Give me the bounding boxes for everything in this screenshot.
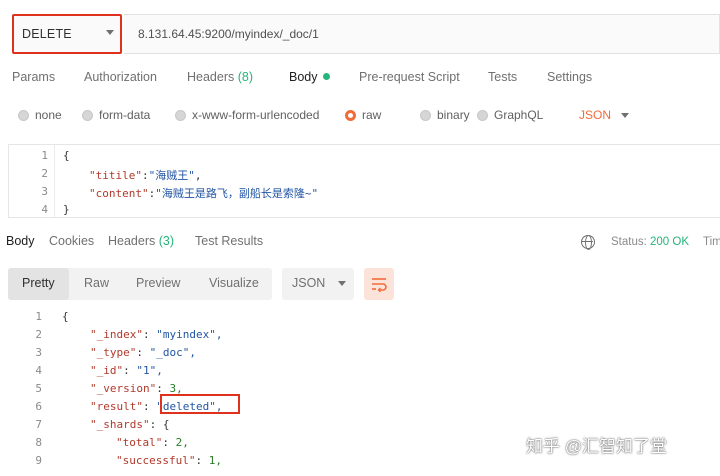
globe-icon[interactable] <box>581 235 595 250</box>
url-text: 8.131.64.45:9200/myindex/_doc/1 <box>138 27 319 41</box>
body-type-selector: none form-data x-www-form-urlencoded raw… <box>18 106 720 124</box>
response-status: Status: 200 OK <box>611 236 690 248</box>
line-number: 3 <box>35 346 42 359</box>
code-line: "_id": "1", <box>90 364 163 377</box>
response-tab-test-results[interactable]: Test Results <box>195 234 263 248</box>
tab-settings[interactable]: Settings <box>547 70 592 84</box>
tab-pre-request-script[interactable]: Pre-request Script <box>359 70 460 84</box>
code-line: } <box>63 203 70 216</box>
code-line: "total": 2, <box>116 436 189 449</box>
response-tabs: Body Cookies Headers (3) Test Results St… <box>6 234 720 252</box>
view-raw-button[interactable]: Raw <box>84 276 109 290</box>
code-line: "successful": 1, <box>116 454 222 467</box>
line-number: 3 <box>41 185 48 198</box>
radio-icon <box>420 109 431 121</box>
result-highlight-box <box>160 394 240 414</box>
radio-icon <box>175 109 186 121</box>
view-pretty-button[interactable]: Pretty <box>8 268 69 300</box>
response-format-label: JSON <box>292 276 326 290</box>
radio-icon <box>82 109 93 121</box>
body-active-dot-icon <box>322 73 330 80</box>
line-number: 6 <box>35 400 42 413</box>
line-number: 1 <box>41 149 48 162</box>
line-number: 7 <box>35 418 42 431</box>
line-number: 4 <box>35 364 42 377</box>
method-select[interactable]: DELETE <box>12 14 122 54</box>
radio-icon <box>18 109 29 121</box>
line-number: 9 <box>35 454 42 467</box>
response-headers-count: (3) <box>158 234 175 248</box>
url-input[interactable]: 8.131.64.45:9200/myindex/_doc/1 <box>124 14 720 54</box>
tab-headers[interactable]: Headers (8) <box>187 70 253 84</box>
response-time-label: Time <box>703 236 720 248</box>
radio-x-www-form-urlencoded[interactable]: x-www-form-urlencoded <box>175 108 319 122</box>
headers-count-badge: (8) <box>237 70 254 84</box>
line-number: 5 <box>35 382 42 395</box>
code-line: "_index": "myindex", <box>90 328 223 341</box>
tab-authorization[interactable]: Authorization <box>84 70 157 84</box>
radio-icon <box>477 109 488 121</box>
request-body-editor[interactable]: 1 2 3 4 { "titile":"海贼王", "content":"海贼王… <box>8 144 720 218</box>
response-tab-headers[interactable]: Headers (3) <box>108 234 174 248</box>
tab-headers-label: Headers <box>187 70 235 84</box>
request-bar: DELETE 8.131.64.45:9200/myindex/_doc/1 <box>6 10 720 54</box>
wrap-lines-icon <box>372 278 387 292</box>
view-preview-button[interactable]: Preview <box>136 276 180 290</box>
body-language-select[interactable]: JSON <box>579 108 630 122</box>
wrap-lines-button[interactable] <box>364 268 394 300</box>
radio-binary[interactable]: binary <box>420 108 470 122</box>
line-number: 4 <box>41 203 48 216</box>
response-tab-cookies[interactable]: Cookies <box>49 234 94 248</box>
code-line: "titile":"海贼王", <box>89 169 202 182</box>
response-tab-body[interactable]: Body <box>6 234 35 248</box>
radio-selected-icon <box>345 109 356 121</box>
radio-form-data[interactable]: form-data <box>82 108 150 122</box>
line-number: 2 <box>35 328 42 341</box>
line-number: 1 <box>35 310 42 323</box>
radio-raw[interactable]: raw <box>345 108 381 122</box>
watermark: 知乎 @汇智知了堂 <box>526 437 667 456</box>
tab-body-label: Body <box>289 70 318 84</box>
code-line: "_shards": { <box>90 418 170 431</box>
tab-params[interactable]: Params <box>12 70 55 84</box>
method-label: DELETE <box>22 27 72 41</box>
radio-none[interactable]: none <box>18 108 62 122</box>
line-number: 8 <box>35 436 42 449</box>
line-gutter: 1 2 3 4 <box>9 145 55 217</box>
response-format-select[interactable]: JSON <box>282 268 354 300</box>
code-line: "_type": "_doc", <box>90 346 196 359</box>
request-tabs: Params Authorization Headers (8) Body Pr… <box>12 70 720 88</box>
chevron-down-icon <box>338 281 346 286</box>
code-line: "content":"海贼王是路飞，副船长是索隆~" <box>89 187 319 200</box>
response-view-switcher: Pretty Raw Preview Visualize <box>8 268 272 300</box>
tab-body[interactable]: Body <box>289 70 330 84</box>
chevron-down-icon <box>106 30 114 35</box>
radio-graphql[interactable]: GraphQL <box>477 108 543 122</box>
code-line: { <box>63 149 70 162</box>
body-language-label: JSON <box>579 108 612 122</box>
code-line: { <box>62 310 69 323</box>
status-code: 200 OK <box>650 236 690 248</box>
line-number: 2 <box>41 167 48 180</box>
chevron-down-icon <box>621 112 630 118</box>
view-visualize-button[interactable]: Visualize <box>209 276 259 290</box>
tab-tests[interactable]: Tests <box>488 70 517 84</box>
